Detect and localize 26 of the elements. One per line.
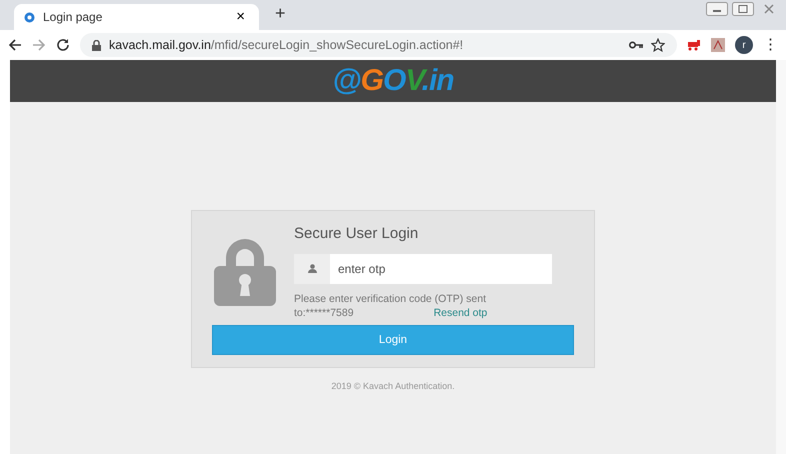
reload-icon[interactable] — [56, 38, 70, 52]
user-icon — [308, 264, 316, 273]
tab-title: Login page — [43, 9, 102, 26]
masked-number: to:******7589 — [294, 306, 354, 321]
lock-icon — [92, 40, 101, 50]
minimize-icon[interactable] — [706, 2, 728, 16]
pdf-icon[interactable] — [711, 38, 725, 52]
maximize-icon[interactable] — [732, 2, 754, 16]
site-icon — [24, 12, 35, 22]
footer-text: 2019 © Kavach Authentication. — [331, 380, 455, 394]
profile-avatar[interactable]: r — [735, 36, 753, 54]
star-icon[interactable] — [651, 38, 665, 52]
otp-field[interactable]: enter otp — [330, 254, 552, 284]
otp-message: Please enter verification code (OTP) sent — [294, 292, 488, 306]
menu-button[interactable]: ⋮ — [763, 34, 778, 56]
new-tab-button[interactable]: + — [269, 0, 292, 28]
key-icon[interactable] — [629, 41, 643, 49]
extension-icon[interactable] — [687, 39, 701, 51]
url-text: kavach.mail.gov.in/mfid/secureLogin_showSecureLogin.action#! — [109, 36, 464, 54]
close-tab-button[interactable]: × — [232, 6, 249, 28]
browser-tab[interactable]: Login page × — [14, 4, 259, 30]
padlock-icon — [212, 238, 278, 306]
address-bar[interactable]: kavach.mail.gov.in/mfid/secureLogin_showSecureLogin.action#! — [80, 33, 677, 57]
back-icon[interactable] — [8, 38, 22, 52]
login-title: Secure User Login — [294, 224, 420, 244]
site-logo: @GOV.in — [332, 66, 454, 96]
